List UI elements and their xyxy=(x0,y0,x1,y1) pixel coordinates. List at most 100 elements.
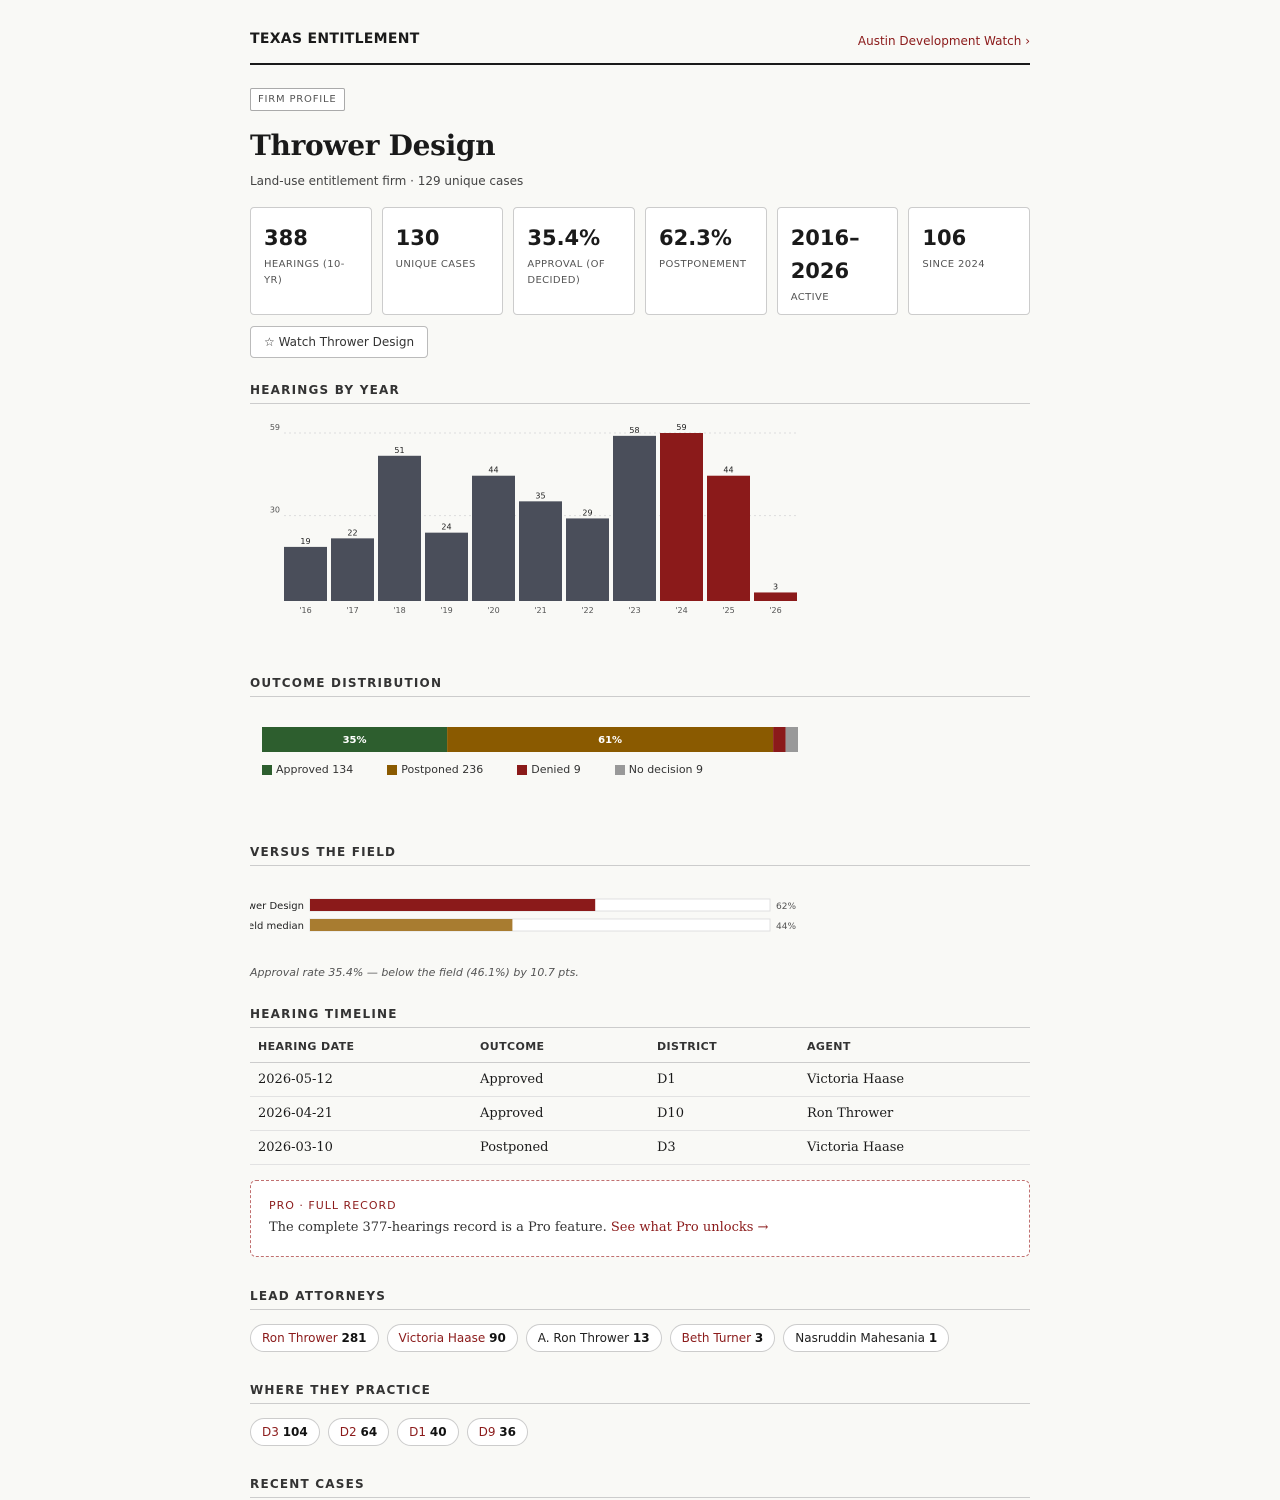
recent-cases-section: RECENT CASES xyxy=(250,1477,1030,1498)
firm-profile-tag: FIRM PROFILE xyxy=(250,88,345,111)
legend-name: No decision xyxy=(628,763,693,776)
x-tick-label: '23 xyxy=(628,606,640,615)
legend-name: Postponed xyxy=(401,763,459,776)
bar-thrower-design xyxy=(310,899,596,911)
district-pill[interactable]: D2 64 xyxy=(327,1418,390,1446)
legend-name: Denied xyxy=(531,763,571,776)
district-name: D1 xyxy=(409,1425,427,1439)
stat-value: 35.4% xyxy=(527,226,601,250)
district-pill[interactable]: D1 40 xyxy=(397,1418,459,1446)
pro-upsell-box: PRO · FULL RECORD The complete 377-heari… xyxy=(250,1180,1030,1257)
pro-text: The complete 377-hearings record is a Pr… xyxy=(269,1220,1011,1235)
brand-logo[interactable]: TEXAS ENTITLEMENT xyxy=(250,31,420,47)
agent: Ron Thrower xyxy=(799,1096,1030,1131)
legend-count: 9 xyxy=(573,763,581,776)
section-heading: VERSUS THE FIELD xyxy=(250,845,1030,866)
attorney-name: Beth Turner xyxy=(681,1331,752,1345)
agent: Victoria Haase xyxy=(799,1062,1030,1097)
legend-item-no-decision: No decision 9 xyxy=(614,763,703,776)
section-heading: WHERE THEY PRACTICE xyxy=(250,1383,1030,1404)
austin-watch-link[interactable]: Austin Development Watch › xyxy=(858,31,1030,48)
bar-17 xyxy=(331,538,374,601)
stat-label: HEARINGS (10-YR) xyxy=(264,259,345,286)
outcome-legend: Approved 134 Postponed 236 Denied 9 No d… xyxy=(262,763,1030,776)
section-heading: HEARING TIMELINE xyxy=(250,1007,1030,1028)
y-tick-label: 59 xyxy=(270,423,280,432)
stat-label: ACTIVE xyxy=(790,292,829,303)
bar-18 xyxy=(378,455,421,601)
section-heading: RECENT CASES xyxy=(250,1477,1030,1498)
value-label: 44% xyxy=(776,922,796,932)
legend-item-postponed: Postponed 236 xyxy=(387,763,483,776)
legend-count: 134 xyxy=(332,763,354,776)
stat-label: UNIQUE CASES xyxy=(395,259,476,270)
x-tick-label: '19 xyxy=(440,606,452,615)
x-tick-label: '26 xyxy=(769,606,781,615)
table-header-row: HEARING DATE OUTCOME DISTRICT AGENT xyxy=(250,1028,1030,1063)
watch-button[interactable]: ☆ Watch Thrower Design xyxy=(250,326,429,358)
column-header[interactable]: AGENT xyxy=(799,1028,1030,1063)
attorney-name: A. Ron Thrower xyxy=(537,1331,630,1345)
attorney-pill[interactable]: Ron Thrower 281 xyxy=(250,1324,379,1352)
district-name: D2 xyxy=(339,1425,357,1439)
data-label: 51 xyxy=(394,446,404,455)
stat-card-approval: 35.4% APPROVAL (OF DECIDED) xyxy=(513,207,636,315)
attorney-count: 13 xyxy=(632,1331,650,1345)
x-tick-label: '21 xyxy=(534,606,546,615)
x-tick-label: '17 xyxy=(346,606,358,615)
versus-field-section: VERSUS THE FIELD Thrower Design 62% Field … xyxy=(250,845,1030,979)
district: D3 xyxy=(649,1130,799,1165)
segment-label: 61% xyxy=(598,735,622,746)
stat-label: APPROVAL (OF DECIDED) xyxy=(527,259,606,286)
table-row[interactable]: 2026-03-10 Postponed D3 Victoria Haase xyxy=(250,1130,1030,1165)
district: D10 xyxy=(649,1096,799,1131)
attorney-pill[interactable]: A. Ron Thrower 13 xyxy=(525,1324,662,1352)
attorney-pill[interactable]: Victoria Haase 90 xyxy=(386,1324,518,1352)
attorney-pill[interactable]: Nasruddin Mahesania 1 xyxy=(783,1324,950,1352)
series-label: Thrower Design xyxy=(250,901,304,912)
bar-20 xyxy=(472,475,515,601)
attorney-name: Victoria Haase xyxy=(398,1331,486,1345)
attorney-pill[interactable]: Beth Turner 3 xyxy=(669,1324,776,1352)
data-label: 3 xyxy=(773,582,778,591)
agent: Victoria Haase xyxy=(799,1130,1030,1165)
hearings-by-year-section: HEARINGS BY YEAR 30 59 19 '16 22 '17 51 '18 24 '1… xyxy=(250,383,1030,629)
district-count: 40 xyxy=(429,1425,447,1439)
data-label: 35 xyxy=(535,491,545,500)
timeline-table: HEARING DATE OUTCOME DISTRICT AGENT 2026… xyxy=(250,1028,1030,1165)
pro-unlock-link[interactable]: See what Pro unlocks → xyxy=(611,1220,769,1235)
pro-description: The complete 377-hearings record is a Pr… xyxy=(269,1220,607,1235)
legend-name: Approved xyxy=(276,763,329,776)
pro-tag: PRO · FULL RECORD xyxy=(269,1199,397,1212)
attorney-count: 1 xyxy=(928,1331,938,1345)
segment-label: 35% xyxy=(343,735,367,746)
stats-row: 388 HEARINGS (10-YR) 130 UNIQUE CASES 35… xyxy=(250,207,1031,315)
legend-item-approved: Approved 134 xyxy=(262,763,353,776)
district-name: D9 xyxy=(478,1425,496,1439)
data-label: 44 xyxy=(488,466,498,475)
column-header[interactable]: HEARING DATE xyxy=(250,1028,472,1063)
where-they-practice-section: WHERE THEY PRACTICE D3 104 D2 64 D1 40 D… xyxy=(250,1383,1030,1446)
y-tick-label: 30 xyxy=(270,506,280,515)
data-label: 29 xyxy=(582,508,592,517)
district-count: 36 xyxy=(499,1425,516,1439)
legend-swatch xyxy=(614,764,625,775)
legend-swatch xyxy=(262,764,272,775)
bar-26 xyxy=(754,592,797,601)
district-pill[interactable]: D9 36 xyxy=(466,1418,528,1446)
data-label: 58 xyxy=(629,426,639,435)
lead-attorneys-section: LEAD ATTORNEYS Ron Thrower 281 Victoria … xyxy=(250,1289,1030,1352)
table-row[interactable]: 2026-04-21 Approved D10 Ron Thrower xyxy=(250,1096,1030,1131)
stat-card-hearings: 388 HEARINGS (10-YR) xyxy=(250,207,372,315)
legend-count: 236 xyxy=(462,763,484,776)
column-header[interactable]: OUTCOME xyxy=(472,1028,649,1063)
district-pill[interactable]: D3 104 xyxy=(250,1418,320,1446)
stat-value: 62.3% xyxy=(659,226,732,250)
table-row[interactable]: 2026-05-12 Approved D1 Victoria Haase xyxy=(250,1062,1030,1097)
bar-field-median xyxy=(310,919,513,931)
value-label: 62% xyxy=(776,902,796,912)
page-title: Thrower Design xyxy=(250,129,496,162)
x-tick-label: '18 xyxy=(393,606,405,615)
versus-note: Approval rate 35.4% — below the field (4… xyxy=(250,966,579,979)
column-header[interactable]: DISTRICT xyxy=(649,1028,799,1063)
